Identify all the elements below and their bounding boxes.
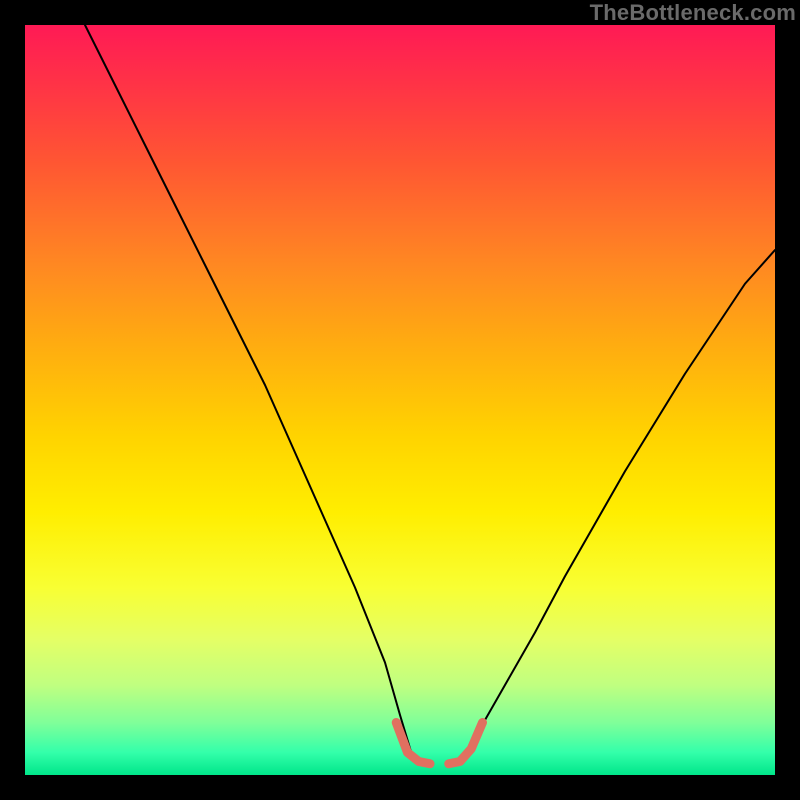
plot-area xyxy=(25,25,775,775)
series-valley-left-salmon xyxy=(396,723,430,764)
curve-layer xyxy=(25,25,775,775)
chart-container: TheBottleneck.com xyxy=(0,0,800,800)
series-left-branch-black xyxy=(85,25,411,753)
series-valley-right-salmon xyxy=(449,723,483,764)
watermark-text: TheBottleneck.com xyxy=(590,0,796,26)
series-right-branch-black xyxy=(464,250,775,756)
